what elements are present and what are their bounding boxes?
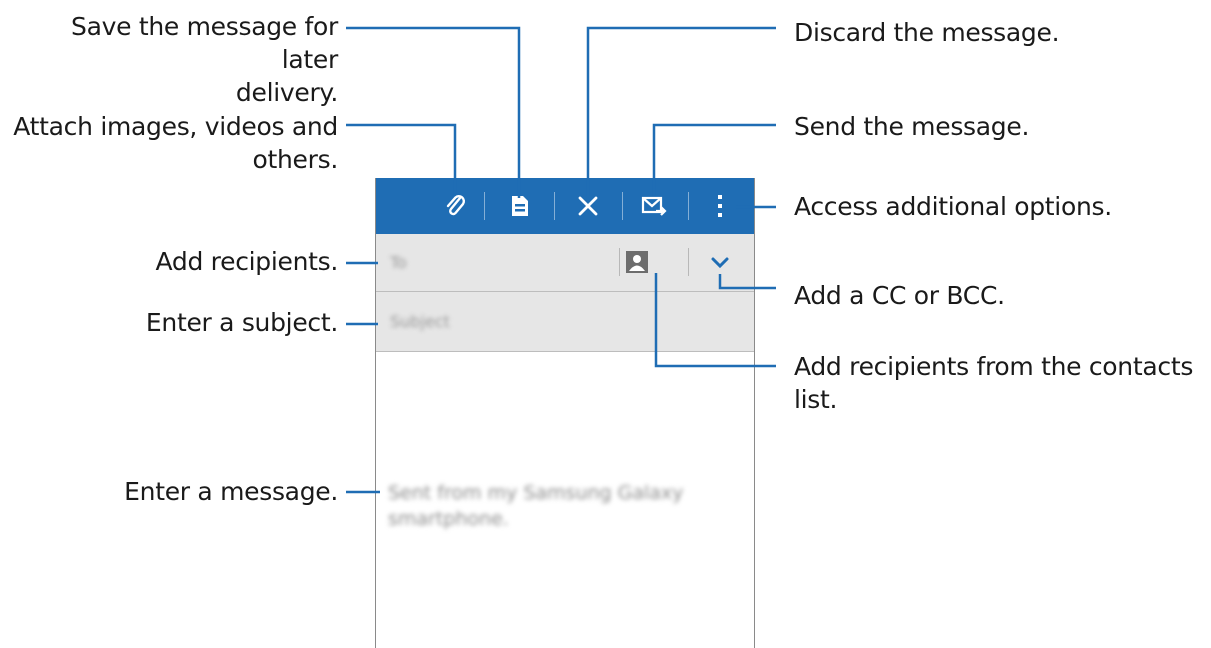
toolbar-divider — [688, 192, 689, 220]
callout-enter-subject: Enter a subject. — [145, 308, 338, 337]
subject-placeholder: Subject — [390, 312, 450, 331]
field-divider — [619, 248, 620, 276]
save-line — [346, 26, 521, 198]
contact-icon — [626, 251, 648, 273]
callout-contacts: Add recipients from the contacts list. — [794, 352, 1194, 414]
toolbar-divider — [622, 192, 623, 220]
more-options-button[interactable] — [702, 178, 738, 234]
save-icon — [512, 196, 528, 216]
chevron-down-icon — [711, 257, 729, 269]
to-field[interactable]: To — [376, 234, 754, 292]
paperclip-icon — [446, 195, 466, 216]
to-placeholder: To — [390, 253, 407, 272]
callout-more-options: Access additional options. — [794, 192, 1112, 221]
send-icon — [641, 196, 667, 216]
callout-cc-bcc: Add a CC or BCC. — [794, 281, 1005, 310]
callout-save: Save the message for later delivery. — [71, 12, 338, 107]
callout-attach: Attach images, videos and others. — [13, 112, 338, 174]
field-divider — [688, 248, 689, 276]
contacts-button[interactable] — [626, 251, 648, 273]
discard-line — [586, 26, 776, 196]
save-button[interactable] — [500, 178, 540, 234]
send-button[interactable] — [634, 178, 674, 234]
toolbar-divider — [484, 192, 485, 220]
callout-send: Send the message. — [794, 112, 1030, 141]
compose-screen: To Subject Sent from my Samsung Galaxy s… — [375, 178, 755, 648]
message-body[interactable]: Sent from my Samsung Galaxy smartphone. — [388, 480, 733, 532]
more-vert-icon — [718, 195, 722, 217]
close-icon — [578, 196, 598, 216]
callout-discard: Discard the message. — [794, 18, 1060, 47]
discard-button[interactable] — [568, 178, 608, 234]
toolbar-divider — [554, 192, 555, 220]
callout-add-recipients: Add recipients. — [155, 247, 339, 276]
attach-button[interactable] — [436, 178, 476, 234]
subject-field[interactable]: Subject — [376, 292, 754, 352]
action-bar — [376, 178, 754, 234]
cc-bcc-button[interactable] — [706, 250, 734, 274]
callout-enter-message: Enter a message. — [124, 477, 338, 506]
